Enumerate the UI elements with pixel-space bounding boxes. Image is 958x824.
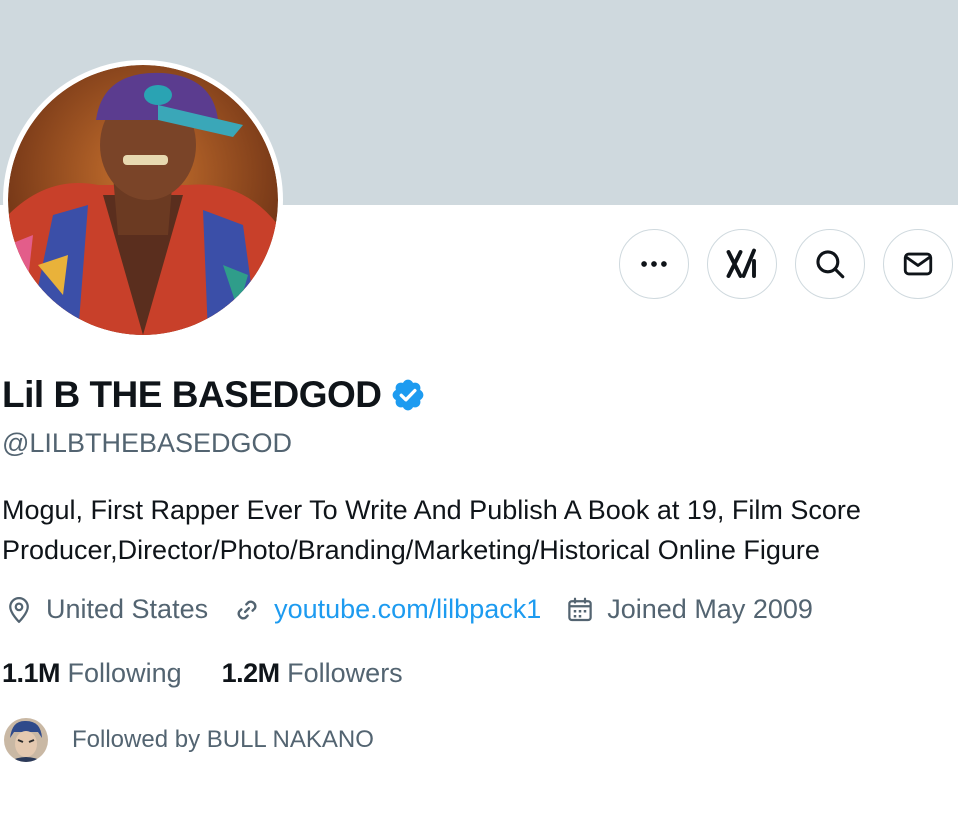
calendar-icon — [568, 597, 592, 621]
profile-page: Lil B THE BASEDGOD @LILBTHEBASEDGOD Mogu… — [0, 0, 958, 824]
search-button[interactable] — [795, 229, 865, 299]
joined-text: Joined May 2009 — [607, 594, 813, 624]
grok-button[interactable] — [707, 229, 777, 299]
profile-meta: United States youtube.com/lilbpack1 Join… — [4, 594, 837, 625]
profile-avatar[interactable] — [3, 60, 283, 340]
followers-count: 1.2M — [221, 658, 281, 688]
following-label: Following — [67, 658, 182, 688]
display-name: Lil B THE BASEDGOD — [2, 374, 382, 415]
following-link[interactable]: 1.1M Following — [2, 658, 182, 689]
display-name-row: Lil B THE BASEDGOD — [2, 374, 426, 416]
profile-stats: 1.1M Following 1.2M Followers — [2, 658, 443, 689]
more-options-button[interactable] — [619, 229, 689, 299]
followers-label: Followers — [287, 658, 403, 688]
verified-badge-icon[interactable] — [390, 377, 426, 413]
location-text: United States — [46, 594, 209, 624]
profile-bio: Mogul, First Rapper Ever To Write And Pu… — [2, 490, 958, 570]
location-pin-icon — [9, 596, 29, 623]
grok-icon — [726, 248, 756, 278]
envelope-icon — [903, 252, 933, 276]
ellipsis-icon — [641, 261, 667, 267]
follower-avatar[interactable] — [4, 718, 48, 762]
link-icon — [237, 600, 257, 619]
profile-actions — [619, 229, 953, 299]
bio-line: Producer,Director/Photo/Branding/Marketi… — [2, 535, 820, 565]
location-item: United States — [4, 594, 208, 625]
profile-handle: @LILBTHEBASEDGOD — [2, 428, 292, 458]
search-icon — [816, 250, 845, 279]
followed-by-text: Followed by BULL NAKANO — [72, 726, 374, 753]
website-item: youtube.com/lilbpack1 — [232, 594, 541, 625]
followed-by[interactable]: Followed by BULL NAKANO — [4, 718, 374, 762]
joined-item: Joined May 2009 — [565, 594, 813, 625]
message-button[interactable] — [883, 229, 953, 299]
following-count: 1.1M — [2, 658, 61, 688]
website-link[interactable]: youtube.com/lilbpack1 — [274, 594, 541, 625]
followers-link[interactable]: 1.2M Followers — [222, 658, 403, 689]
bio-line: Mogul, First Rapper Ever To Write And Pu… — [2, 495, 861, 525]
